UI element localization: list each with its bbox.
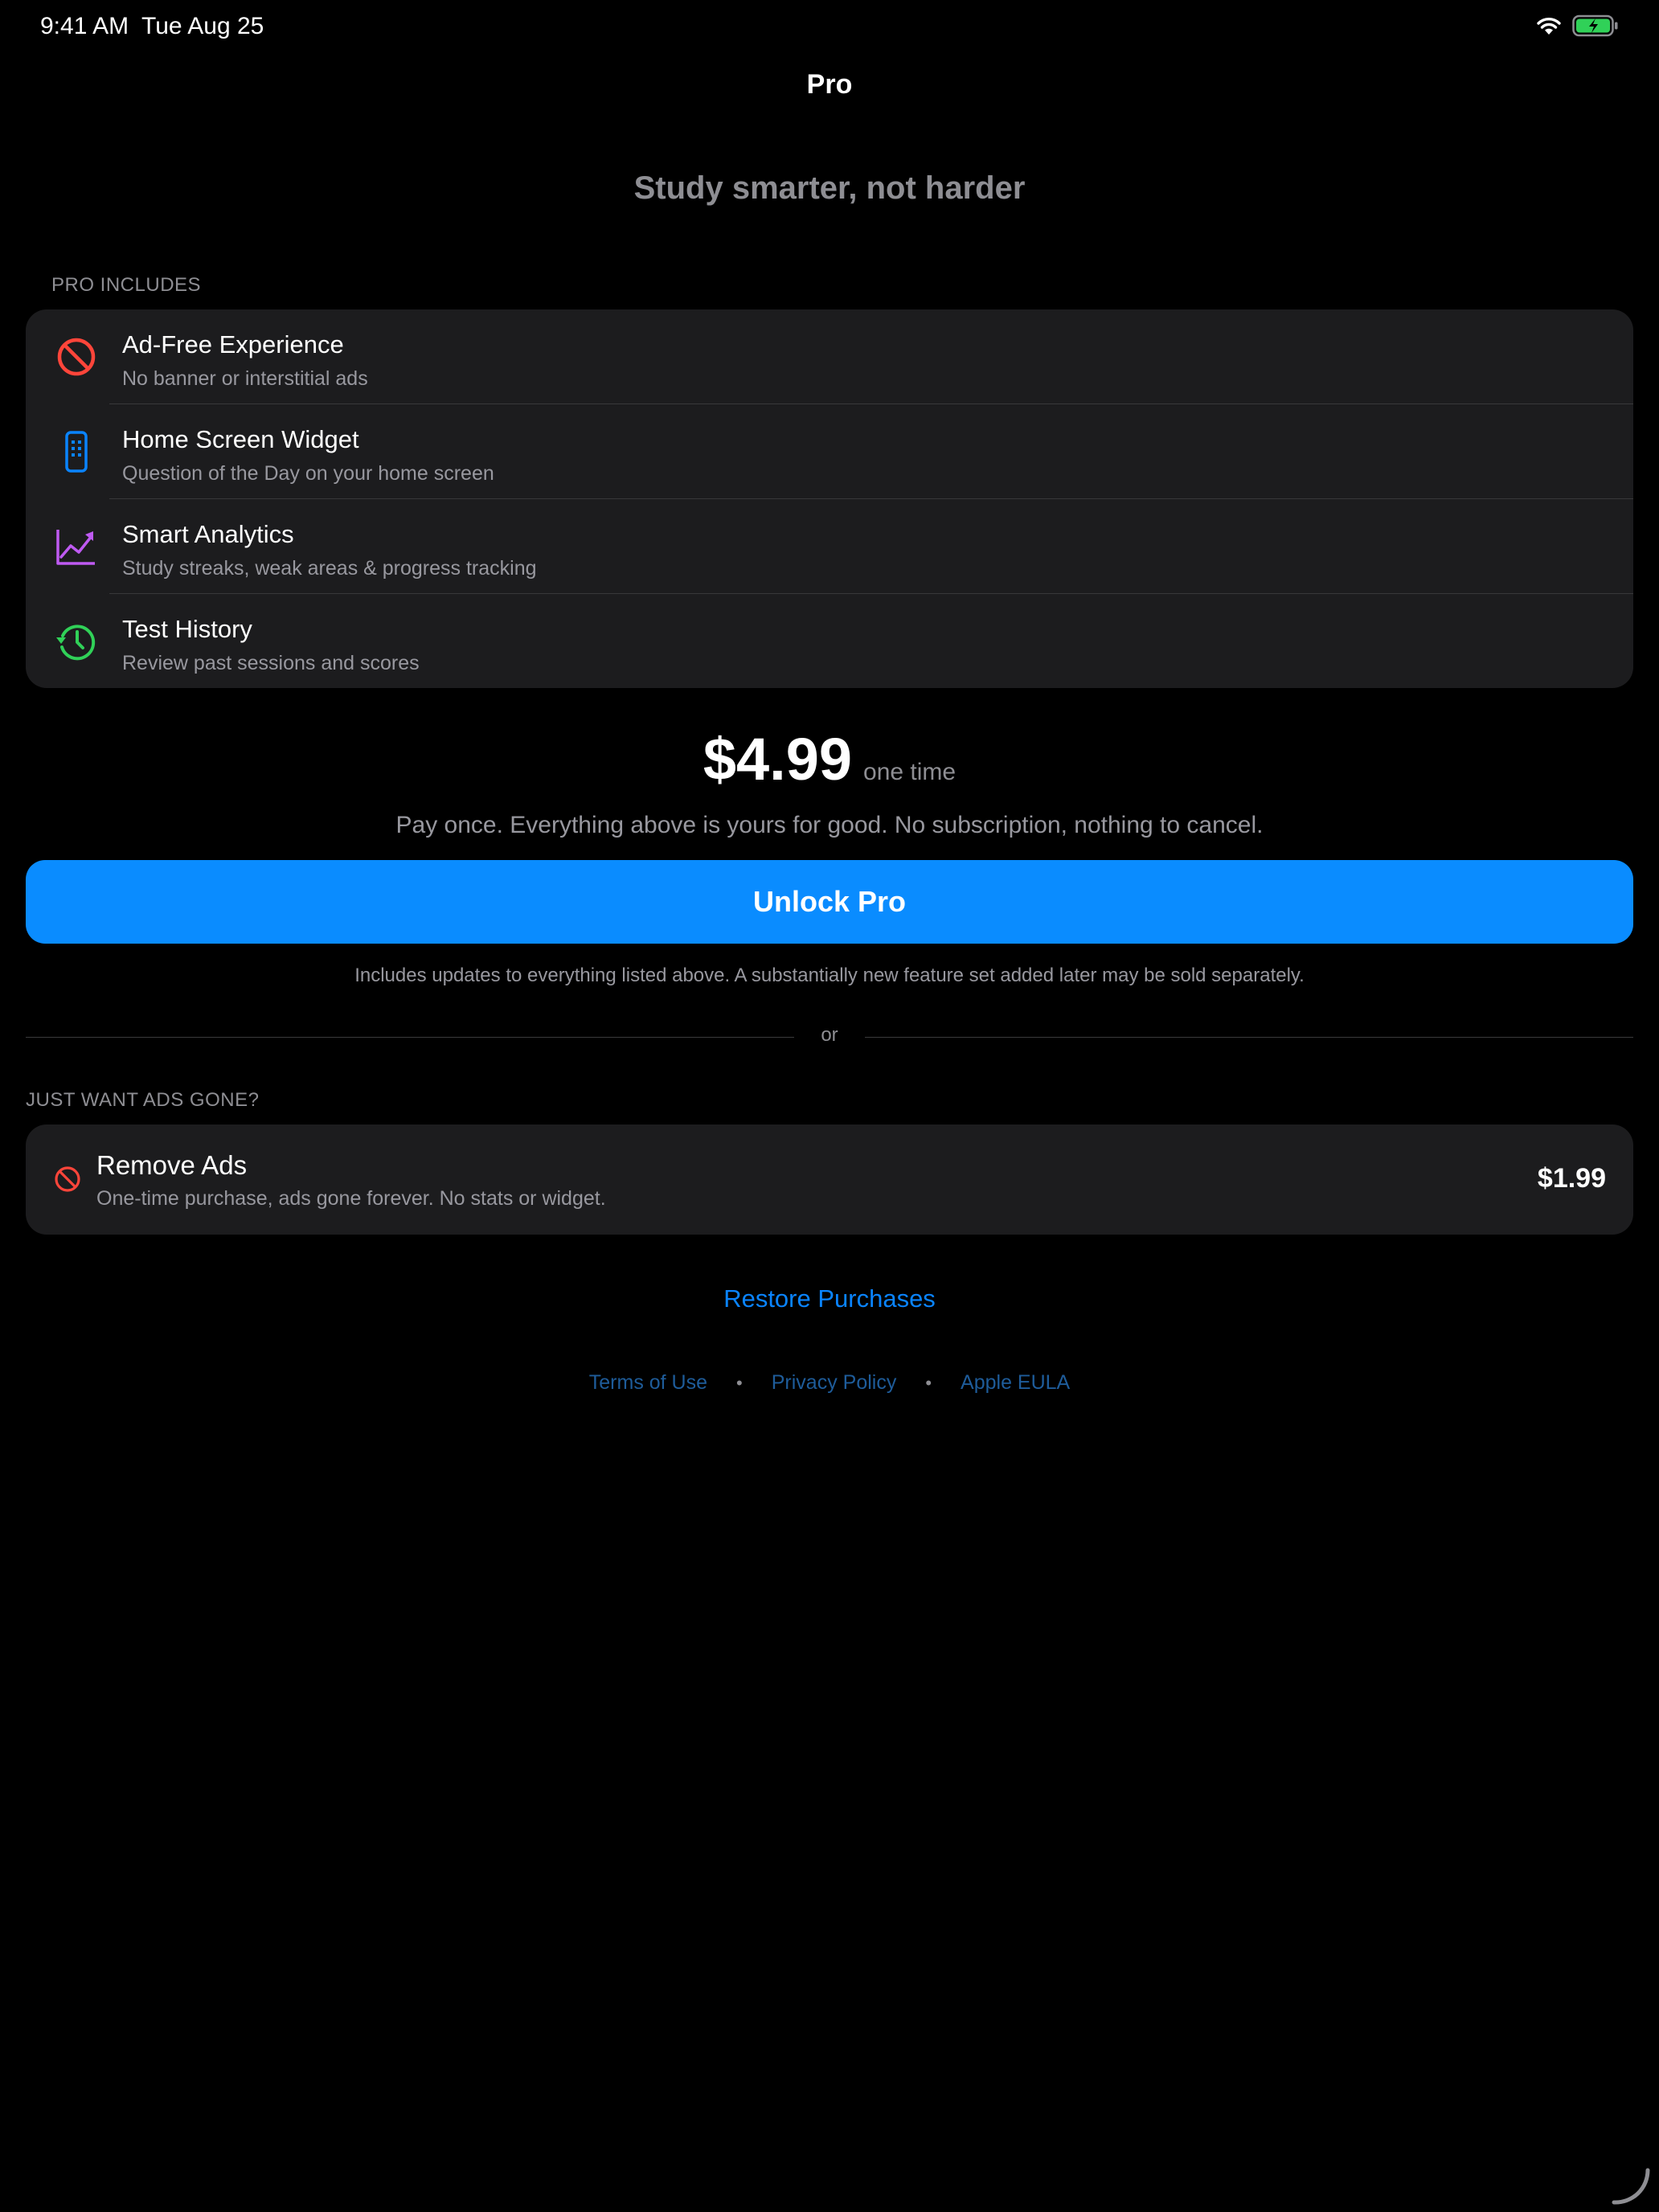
battery-charging-icon — [1572, 14, 1619, 41]
no-ads-icon — [55, 335, 98, 379]
status-date: Tue Aug 25 — [141, 13, 264, 39]
privacy-policy-link[interactable]: Privacy Policy — [772, 1371, 897, 1395]
feature-row-history: Test History Review past sessions and sc… — [26, 594, 1633, 688]
feature-subtitle: Study streaks, weak areas & progress tra… — [122, 557, 537, 580]
status-indicators — [1535, 14, 1619, 41]
remove-ads-price: $1.99 — [1537, 1163, 1606, 1194]
price-period: one time — [863, 759, 956, 785]
tagline: Study smarter, not harder — [633, 170, 1026, 206]
price-amount: $4.99 — [703, 726, 853, 793]
status-time: 9:41 AM — [40, 13, 129, 39]
scroll-indicator-icon — [1611, 2165, 1651, 2206]
phone-widget-icon — [55, 430, 98, 473]
feature-row-ad-free: Ad-Free Experience No banner or intersti… — [26, 309, 1633, 404]
features-card: Ad-Free Experience No banner or intersti… — [26, 309, 1633, 688]
remove-ads-option[interactable]: Remove Ads One-time purchase, ads gone f… — [26, 1124, 1633, 1235]
paywall-screen: 9:41 AM Tue Aug 25 Pro Study smarter, no… — [0, 0, 1659, 2212]
apple-eula-link[interactable]: Apple EULA — [961, 1371, 1070, 1395]
feature-title: Ad-Free Experience — [122, 330, 344, 358]
status-bar: 9:41 AM Tue Aug 25 — [0, 0, 1659, 51]
price-block: $4.99 one time — [0, 725, 1659, 793]
unlock-pro-button[interactable]: Unlock Pro — [26, 860, 1633, 944]
remove-ads-title: Remove Ads — [96, 1150, 248, 1180]
separator-dot: • — [736, 1372, 743, 1393]
feature-row-widget: Home Screen Widget Question of the Day o… — [26, 404, 1633, 499]
page-title: Pro — [806, 69, 853, 100]
feature-row-analytics: Smart Analytics Study streaks, weak area… — [26, 499, 1633, 594]
or-label: or — [821, 1024, 838, 1046]
feature-title: Home Screen Widget — [122, 425, 359, 453]
separator-dot: • — [925, 1372, 932, 1393]
feature-subtitle: Review past sessions and scores — [122, 652, 420, 674]
legal-links: Terms of Use • Privacy Policy • Apple EU… — [0, 1371, 1659, 1395]
price-description: Pay once. Everything above is yours for … — [395, 812, 1264, 838]
no-ads-icon — [53, 1165, 82, 1194]
history-icon — [55, 620, 98, 663]
remove-ads-header: JUST WANT ADS GONE? — [26, 1089, 260, 1111]
feature-subtitle: No banner or interstitial ads — [122, 367, 368, 390]
remove-ads-subtitle: One-time purchase, ads gone forever. No … — [96, 1187, 606, 1210]
feature-title: Test History — [122, 615, 252, 643]
restore-purchases-link[interactable]: Restore Purchases — [0, 1284, 1659, 1313]
wifi-icon — [1535, 15, 1563, 40]
divider-right — [865, 1037, 1633, 1038]
chart-line-icon — [55, 525, 98, 568]
updates-note: Includes updates to everything listed ab… — [354, 965, 1305, 986]
feature-title: Smart Analytics — [122, 520, 294, 548]
feature-subtitle: Question of the Day on your home screen — [122, 462, 494, 485]
terms-of-use-link[interactable]: Terms of Use — [589, 1371, 707, 1395]
pro-includes-header: PRO INCLUDES — [51, 274, 202, 296]
